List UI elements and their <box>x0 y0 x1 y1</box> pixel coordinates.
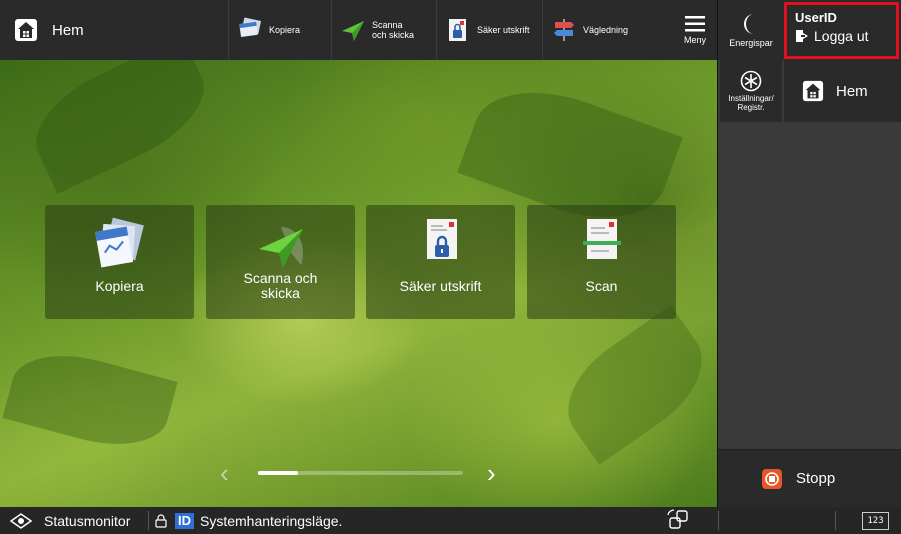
tile-secure-print[interactable]: Säker utskrift <box>366 205 515 319</box>
numeric-keypad-button[interactable]: 123 <box>862 512 889 530</box>
signpost-icon <box>554 19 574 41</box>
background-leaf <box>2 340 178 460</box>
right-home-label: Hem <box>836 82 868 100</box>
send-plane-icon <box>258 227 303 267</box>
stop-icon <box>762 468 782 489</box>
secure-print-icon <box>426 219 457 259</box>
shortcut-secure-print-label: Säker utskrift <box>477 25 530 35</box>
right-home-button[interactable]: Hem <box>784 60 901 122</box>
shortcut-scan-send-button[interactable]: Scanna och skicka <box>331 0 435 60</box>
copy-icon <box>94 217 144 268</box>
swap-screen-icon[interactable] <box>667 509 691 531</box>
bottom-bar: Statusmonitor ID Systemhanteringsläge. 1… <box>0 507 901 534</box>
previous-page-arrow[interactable]: ‹ <box>220 458 229 489</box>
tile-copy-label: Kopiera <box>95 278 144 294</box>
home-icon <box>15 19 37 41</box>
home-screen: Kopiera Scanna och skicka Säker utskrift <box>0 60 717 507</box>
page-indicator: ‹ › <box>0 458 717 488</box>
energy-save-label: Energispar <box>729 37 773 48</box>
logout-icon <box>796 30 808 42</box>
tile-scan-send[interactable]: Scanna och skicka <box>206 205 355 319</box>
user-logout-box[interactable]: UserID Logga ut <box>784 2 899 59</box>
bottom-divider <box>718 511 719 530</box>
menu-label: Meny <box>683 35 706 45</box>
copy-icon <box>239 17 262 38</box>
tile-secure-print-label: Säker utskrift <box>399 278 482 294</box>
shortcut-copy-label: Kopiera <box>269 25 301 35</box>
next-page-arrow[interactable]: › <box>487 458 496 489</box>
logout-button[interactable]: Logga ut <box>795 28 888 44</box>
stop-button[interactable]: Stopp <box>718 449 901 507</box>
hamburger-menu-icon <box>685 16 705 32</box>
home-icon <box>802 80 824 102</box>
shortcut-copy-button[interactable]: Kopiera <box>228 0 330 60</box>
bottom-divider <box>148 511 149 530</box>
logout-label: Logga ut <box>814 28 869 44</box>
home-button[interactable]: Hem <box>0 0 130 60</box>
moon-icon <box>744 13 754 34</box>
menu-button[interactable]: Meny <box>675 0 715 60</box>
scan-icon <box>582 219 621 259</box>
tile-copy[interactable]: Kopiera <box>45 205 194 319</box>
shortcut-scan-send-label: Scanna och skicka <box>372 20 415 40</box>
energy-save-button[interactable]: Energispar <box>720 0 782 60</box>
stop-label: Stopp <box>796 470 836 487</box>
id-badge: ID <box>175 512 194 529</box>
background-leaf <box>547 305 717 465</box>
tile-scan-send-label: Scanna och skicka <box>243 270 318 301</box>
shortcut-secure-print-button[interactable]: Säker utskrift <box>436 0 541 60</box>
page-scroll-thumb[interactable] <box>258 471 298 475</box>
top-bar: Hem Kopiera Scanna och skicka Säker utsk… <box>0 0 901 60</box>
shortcut-guide-label: Vägledning <box>583 25 629 35</box>
settings-asterisk-icon <box>740 70 762 92</box>
secure-print-icon <box>449 19 466 41</box>
shortcut-guide-button[interactable]: Vägledning <box>542 0 652 60</box>
background-leaf <box>19 60 221 194</box>
home-label: Hem <box>52 21 84 39</box>
system-mode-indicator: ID Systemhanteringsläge. <box>155 507 342 534</box>
page-scroll-track[interactable] <box>258 471 463 475</box>
status-monitor-icon <box>10 512 32 529</box>
bottom-divider <box>835 511 836 530</box>
settings-label: Inställningar/ Registr. <box>728 94 774 112</box>
lock-icon <box>155 513 167 528</box>
status-monitor-label: Statusmonitor <box>44 512 131 529</box>
tile-scan-label: Scan <box>585 278 618 294</box>
send-plane-icon <box>342 21 364 41</box>
right-panel: Inställningar/ Registr. Hem Stopp <box>718 60 901 507</box>
tile-scan[interactable]: Scan <box>527 205 676 319</box>
system-mode-label: Systemhanteringsläge. <box>200 512 343 529</box>
user-id-label: UserID <box>795 10 837 25</box>
status-monitor-button[interactable]: Statusmonitor <box>10 507 130 534</box>
settings-button[interactable]: Inställningar/ Registr. <box>720 60 782 122</box>
